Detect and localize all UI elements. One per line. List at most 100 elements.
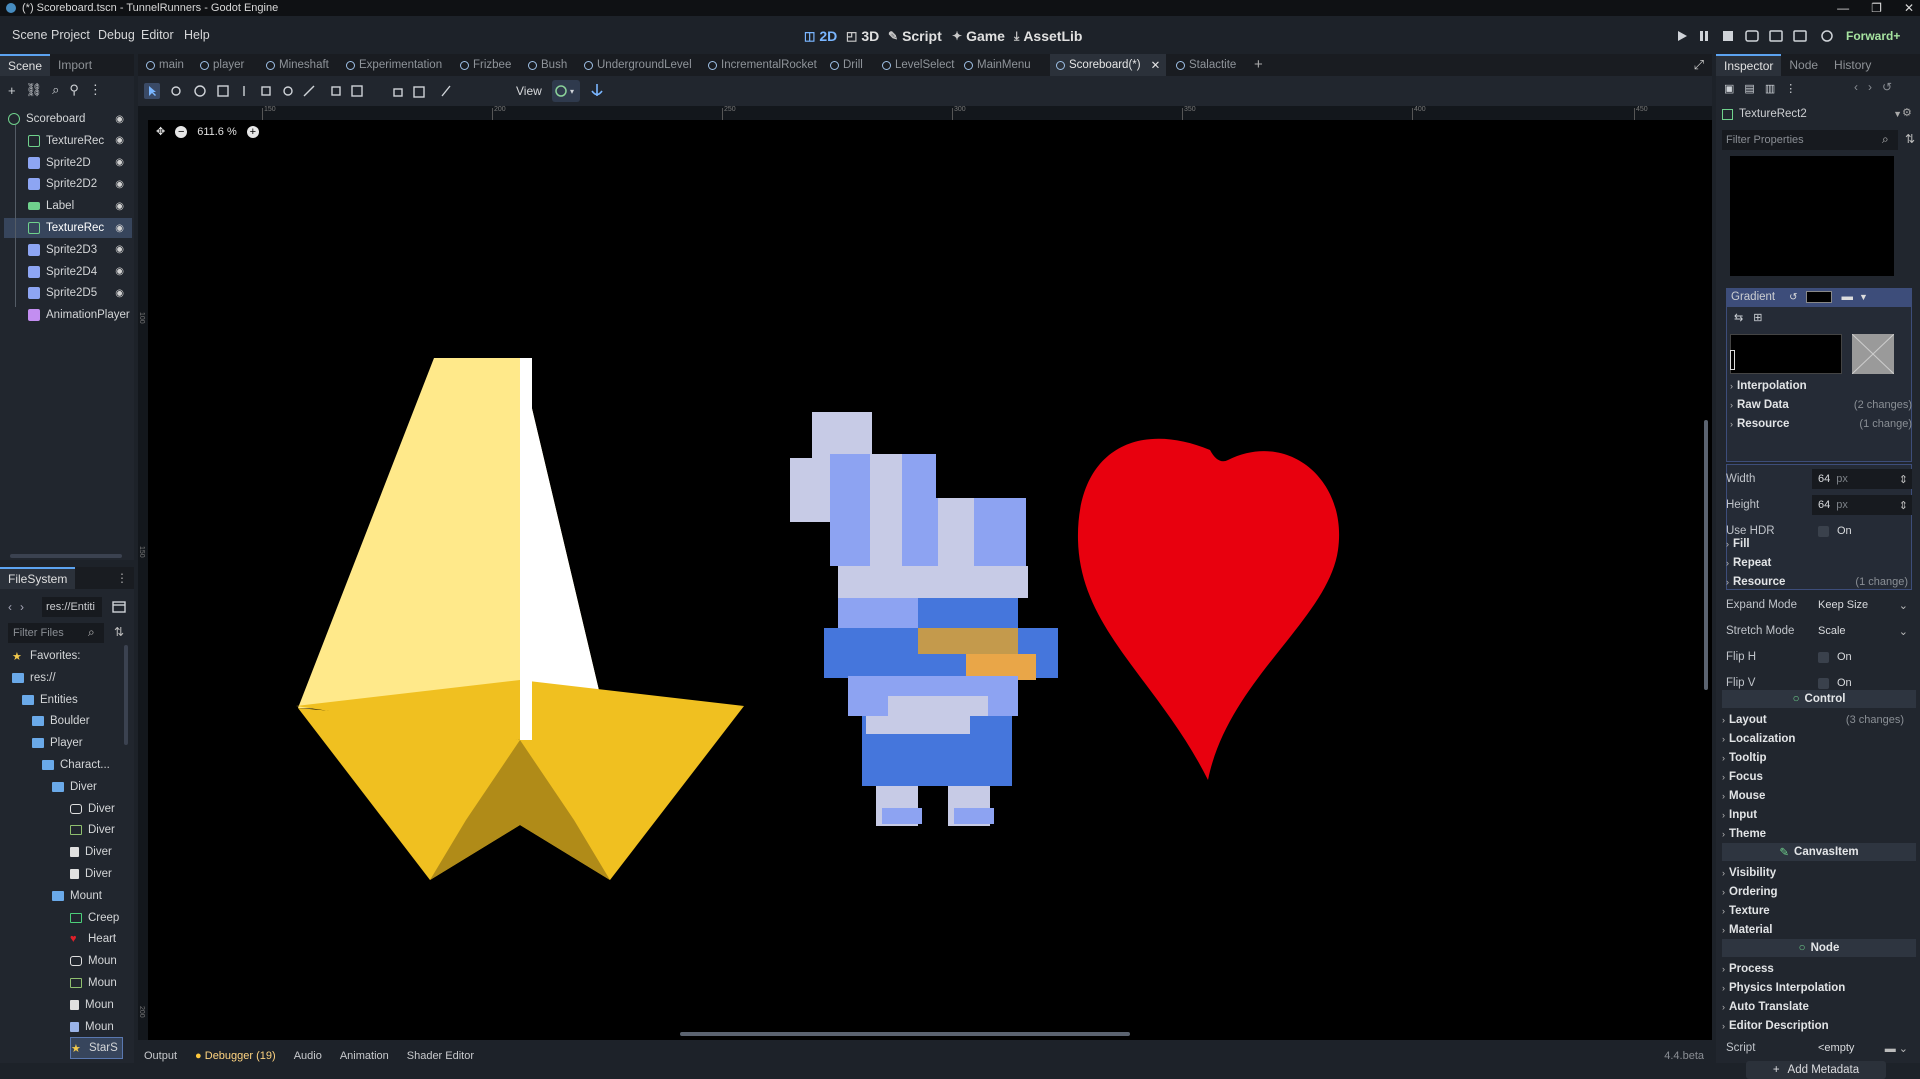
inspector-section[interactable]: › Material (1722, 920, 1908, 939)
close-tab-icon[interactable]: ✕ (1151, 58, 1161, 72)
checkbox-icon[interactable] (1818, 677, 1829, 689)
scene-tab[interactable]: LevelSelect (882, 54, 954, 76)
tab-node[interactable]: Node (1781, 54, 1826, 76)
gradient-thumbnail[interactable] (1805, 291, 1832, 303)
tab-history[interactable]: History (1826, 54, 1879, 76)
file-tree-item[interactable]: Diver (70, 863, 112, 885)
gradient-resource-header[interactable]: Gradient ↺ ▬ ▼ (1726, 288, 1912, 306)
file-tree-item[interactable]: res:// (12, 667, 56, 689)
distraction-free-icon[interactable]: ⤢ (1694, 57, 1704, 73)
scene-tree-scrollbar[interactable] (10, 554, 122, 558)
scene-tree-node[interactable]: TextureRec ◉ (4, 218, 132, 238)
inspector-section[interactable]: › Texture (1722, 901, 1908, 920)
back-arrow-icon[interactable]: ‹ (8, 600, 12, 614)
selected-node-row[interactable]: TextureRect2 ▼ (1722, 105, 1902, 123)
file-tree-item[interactable]: Creep (70, 907, 119, 929)
file-tree-item[interactable]: Moun (70, 972, 117, 994)
file-tree-item[interactable]: ★ StarS (70, 1037, 123, 1060)
pivot-button[interactable]: ▾ (552, 80, 580, 102)
tab-output[interactable]: Output (144, 1050, 177, 1062)
reload-icon[interactable]: ↺ (1789, 292, 1797, 303)
checkbox-icon[interactable] (1818, 651, 1829, 663)
script-resource-picker[interactable]: <empty ▬ ⌄ (1812, 1038, 1912, 1058)
play-custom-scene-icon[interactable] (1793, 30, 1807, 42)
renderer-selector[interactable]: Forward+ (1846, 29, 1900, 43)
file-tree-item[interactable]: Diver (70, 819, 115, 841)
inspector-section[interactable]: › Layout (3 changes) (1722, 710, 1908, 729)
inspector-section[interactable]: › Tooltip (1722, 748, 1908, 767)
forward-arrow-icon[interactable]: › (20, 600, 24, 614)
inspector-section[interactable]: › Localization (1722, 729, 1908, 748)
visibility-eye-icon[interactable]: ◉ (115, 223, 124, 234)
tab-debugger[interactable]: ● Debugger (19) (195, 1050, 276, 1062)
more-icon[interactable]: ⋮ (89, 82, 102, 98)
inspector-section[interactable]: › Editor Description (1722, 1016, 1908, 1035)
anchor-icon[interactable] (590, 82, 604, 98)
scene-tab[interactable]: Frizbee (460, 54, 511, 76)
add-node-icon[interactable]: + (8, 83, 16, 98)
visibility-eye-icon[interactable]: ◉ (115, 114, 124, 125)
play-icon[interactable] (1678, 31, 1687, 41)
scene-tab[interactable]: Bush (528, 54, 567, 76)
filter-properties-input[interactable]: Filter Properties (1722, 130, 1898, 150)
menu-scene[interactable]: Scene (12, 28, 47, 42)
inspector-section[interactable]: › Input (1722, 805, 1908, 824)
scene-tab[interactable]: Stalactite (1176, 54, 1236, 76)
file-tree-item[interactable]: Moun (70, 950, 117, 972)
menu-debug[interactable]: Debug (98, 28, 135, 42)
visibility-eye-icon[interactable]: ◉ (115, 266, 124, 277)
file-tree-item[interactable]: ♥ Heart (70, 928, 116, 950)
filesystem-menu-icon[interactable]: ⋮ (116, 571, 128, 585)
movie-maker-icon[interactable] (1820, 29, 1834, 43)
inspector-section[interactable]: › Repeat (1726, 553, 1912, 572)
visibility-eye-icon[interactable]: ◉ (115, 288, 124, 299)
tab-shader-editor[interactable]: Shader Editor (407, 1050, 474, 1062)
group-icon[interactable] (413, 86, 425, 98)
pan-tool-icon[interactable] (283, 86, 293, 96)
close-window-button[interactable]: ✕ (1904, 1, 1914, 15)
tab-audio[interactable]: Audio (294, 1050, 322, 1062)
minimize-button[interactable]: — (1837, 1, 1849, 15)
scene-tree-node[interactable]: TextureRec ◉ (4, 131, 132, 151)
ruler-tool-icon[interactable] (303, 85, 315, 97)
workspace-script-button[interactable]: ✎ Script (888, 26, 942, 46)
ruler-mode-icon[interactable] (261, 86, 271, 96)
visibility-eye-icon[interactable]: ◉ (115, 244, 124, 255)
search-icon[interactable]: ⌕ (52, 82, 59, 98)
path-field[interactable]: res://Entiti (42, 597, 102, 617)
inspector-section[interactable]: › Interpolation (1730, 376, 1916, 395)
chevron-down-icon[interactable]: ▼ (1859, 292, 1868, 302)
spinner-arrows-icon[interactable]: ⇕ (1899, 473, 1908, 486)
add-metadata-button[interactable]: + Add Metadata (1746, 1061, 1886, 1079)
visibility-eye-icon[interactable]: ◉ (115, 157, 124, 168)
gradient-color-swatch[interactable] (1852, 334, 1894, 374)
file-tree-item[interactable]: Moun (70, 994, 114, 1016)
file-tree-item[interactable]: Entities (22, 689, 78, 711)
scene-tree-node[interactable]: AnimationPlayer (4, 305, 132, 325)
file-tree-item[interactable]: Mount (52, 885, 102, 907)
view-menu[interactable]: View (516, 84, 542, 98)
bone-icon[interactable] (441, 85, 451, 97)
play-scene-icon[interactable] (1769, 30, 1783, 42)
scale-tool-icon[interactable] (217, 85, 229, 97)
scene-tree-node[interactable]: Sprite2D3 ◉ (4, 240, 132, 260)
inspector-section[interactable]: › Resource (1 change) (1726, 572, 1912, 591)
inspector-section[interactable]: › Mouse (1722, 786, 1908, 805)
lock-icon[interactable] (393, 88, 403, 97)
open-resource-icon[interactable]: ▤ (1744, 82, 1754, 95)
inspector-section[interactable]: › Process (1722, 959, 1908, 978)
object-history-icon[interactable]: ↺ (1882, 80, 1892, 94)
spinner-arrows-icon[interactable]: ⇕ (1899, 499, 1908, 512)
star-sprite[interactable] (296, 358, 744, 880)
file-tree-item[interactable]: Diver (70, 798, 115, 820)
scene-tree-node[interactable]: Sprite2D5 ◉ (4, 283, 132, 303)
property-checkbox[interactable]: On (1812, 647, 1912, 667)
workspace-3d-button[interactable]: ◰ 3D (846, 26, 879, 46)
tab-scene[interactable]: Scene (0, 54, 51, 76)
pause-icon[interactable] (1700, 31, 1703, 41)
scene-tab[interactable]: Mineshaft (266, 54, 329, 76)
toggle-split-icon[interactable] (112, 601, 126, 613)
folder-icon[interactable]: ▬ (1842, 291, 1854, 303)
control-header[interactable]: ○ Control (1722, 690, 1916, 708)
property-dropdown[interactable]: Keep Size ⌄ (1812, 595, 1912, 615)
